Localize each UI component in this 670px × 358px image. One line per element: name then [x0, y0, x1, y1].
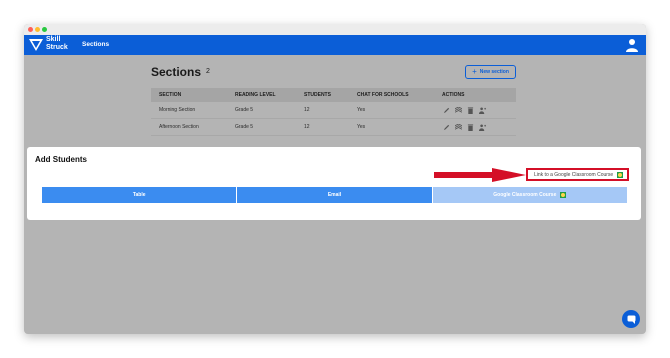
section-name-cell[interactable]: Afternoon Section [159, 124, 199, 130]
google-classroom-icon [617, 171, 624, 178]
nav-sections-link[interactable]: Sections [82, 41, 109, 48]
tab-google-classroom[interactable]: Google Classroom Course [432, 187, 627, 203]
pencil-icon[interactable] [443, 107, 450, 114]
modal-title: Add Students [35, 155, 87, 164]
chat-cell: Yes [357, 107, 366, 113]
trash-icon[interactable] [467, 123, 474, 131]
logo-line-1: Skill [46, 36, 61, 43]
section-name-cell[interactable]: Morning Section [159, 107, 195, 113]
row-actions [443, 106, 486, 114]
tab-table-label: Table [132, 192, 146, 198]
logo-line-2: Struck [46, 44, 68, 51]
plus-icon: + [472, 67, 477, 76]
table-row[interactable]: Morning Section Grade 5 12 Yes [151, 102, 516, 119]
add-students-modal: Add Students Link to a Google Classroom … [27, 147, 641, 220]
sections-table: SECTION READING LEVEL STUDENTS CHAT FOR … [151, 88, 516, 136]
close-window-icon[interactable] [28, 27, 33, 32]
chat-cell: Yes [357, 124, 366, 130]
column-header-chat[interactable]: CHAT FOR SCHOOLS [357, 92, 409, 98]
invite-icon[interactable] [455, 123, 462, 131]
new-section-label: New section [479, 69, 509, 75]
chat-support-button[interactable] [622, 310, 640, 328]
table-row[interactable]: Afternoon Section Grade 5 12 Yes [151, 119, 516, 136]
maximize-window-icon[interactable] [42, 27, 47, 32]
invite-icon[interactable] [455, 106, 462, 114]
students-cell: 12 [304, 107, 310, 113]
new-section-button[interactable]: + New section [465, 65, 516, 79]
tab-google-classroom-label: Google Classroom Course [493, 192, 557, 198]
reading-level-cell: Grade 5 [235, 107, 254, 113]
column-header-actions: ACTIONS [442, 92, 465, 98]
user-account-icon[interactable] [626, 38, 638, 52]
tab-email[interactable]: Email [237, 187, 432, 203]
students-cell: 12 [304, 124, 310, 130]
minimize-window-icon[interactable] [35, 27, 40, 32]
column-header-students[interactable]: STUDENTS [304, 92, 331, 98]
red-arrow-icon [434, 168, 526, 182]
column-header-section[interactable]: SECTION [159, 92, 181, 98]
chat-bubble-icon [627, 315, 635, 324]
trash-icon[interactable] [467, 106, 474, 114]
google-classroom-link-button[interactable]: Link to a Google Classroom Course [526, 168, 629, 181]
google-classroom-icon [560, 192, 567, 198]
column-header-reading-level[interactable]: READING LEVEL [235, 92, 276, 98]
google-classroom-link-label: Link to a Google Classroom Course [534, 171, 614, 178]
app-header: Skill Struck Sections [24, 35, 646, 55]
tab-table[interactable]: Table [42, 187, 237, 203]
add-method-tabs: Table Email Google Classroom Course [42, 187, 627, 203]
row-actions [443, 123, 486, 131]
tab-email-label: Email [327, 192, 342, 198]
reading-level-cell: Grade 5 [235, 124, 254, 130]
window-titlebar [24, 24, 646, 35]
page-title: Sections [151, 65, 202, 79]
browser-window: Skill Struck Sections Sections 2 + New s… [24, 24, 646, 334]
skillstruck-logo-icon[interactable] [29, 38, 43, 52]
table-header-row: SECTION READING LEVEL STUDENTS CHAT FOR … [151, 88, 516, 102]
logo-text[interactable]: Skill Struck [46, 36, 76, 52]
add-user-icon[interactable] [479, 106, 486, 114]
section-count-badge: 2 [206, 68, 210, 75]
add-user-icon[interactable] [479, 123, 486, 131]
pencil-icon[interactable] [443, 124, 450, 131]
